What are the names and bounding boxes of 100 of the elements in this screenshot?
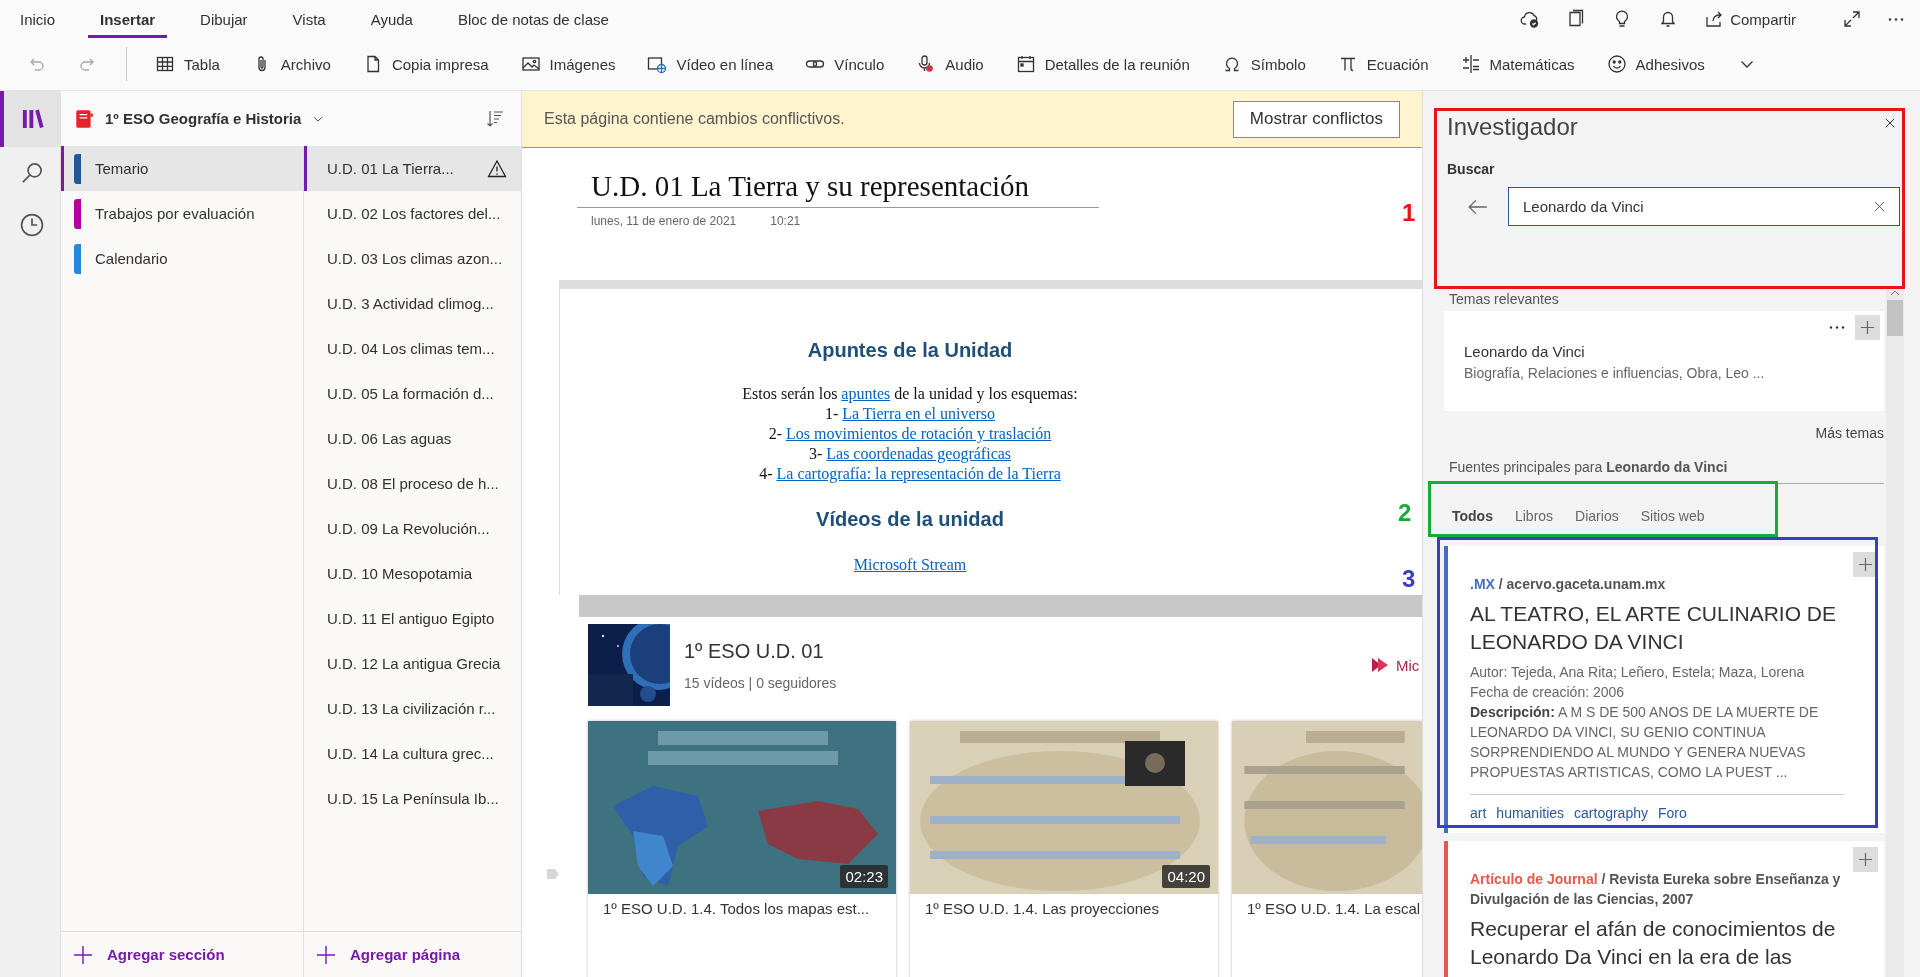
scrollbar-thumb[interactable] [1887, 300, 1903, 336]
plus-icon [1861, 321, 1874, 334]
scrollbar[interactable] [1886, 286, 1904, 977]
sources-heading: Fuentes principales para Leonardo da Vinci [1444, 441, 1884, 484]
ribbon-tab[interactable]: Ayuda [358, 0, 425, 38]
topic-link[interactable]: Los movimientos de rotación y traslación [786, 425, 1052, 442]
page-item[interactable]: U.D. 08 El proceso de h... [304, 461, 521, 506]
result-detail: Fecha de creación: 2006 [1470, 683, 1626, 702]
video-card[interactable]: 04:20 1º ESO U.D. 1.4. Las proyecciones [910, 721, 1218, 977]
stream-logo-icon [1370, 655, 1390, 675]
topic-card[interactable]: Leonardo da Vinci Biografía, Relaciones e influencias, Obra, Leo ... [1444, 311, 1884, 411]
channel-stats: 15 vídeos | 0 seguidores [684, 674, 838, 691]
topic-link[interactable]: Las coordenadas geográficas [826, 445, 1012, 462]
clear-icon[interactable] [1873, 200, 1886, 213]
page-item[interactable]: U.D. 01 La Tierra... [304, 146, 521, 191]
table-icon [155, 54, 175, 74]
share-button[interactable]: Compartir [1700, 4, 1800, 34]
calendar-icon [1015, 54, 1036, 74]
result-detail: Descripción: A M S DE 500 ANOS DE LA MUERTE DE LEONARDO DA VINCI, SU GENIO CONTINUA SORPRENDIENDO AL MUNDO Y GENERA NUEVAS PROPUESTAS ARTISTICAS, COMO LA PUEST ... [1470, 703, 1820, 782]
tag-link[interactable]: humanities [1496, 805, 1565, 821]
result-detail: Autor: Tejeda, Ana Rita; Leñero, Estela; Maza, Lorena [1470, 663, 1806, 682]
tag-link[interactable]: cartography [1574, 805, 1648, 821]
cloud-check-icon [1520, 9, 1541, 29]
math-button[interactable]: Matemáticas [1452, 46, 1583, 82]
result-source: Artículo de Journal / Revista Eureka sobre Enseñanza y Divulgación de las Ciencias, 2007 [1470, 870, 1842, 909]
page-item[interactable]: U.D. 02 Los factores del... [304, 191, 521, 236]
result-title[interactable]: Recuperar el afán de conocimientos de Leonardo Da Vinci en la era de las [1470, 915, 1844, 971]
image-icon [520, 54, 541, 74]
filter-tab[interactable]: Todos [1444, 502, 1501, 530]
smiley-icon [1606, 54, 1627, 74]
page-item[interactable]: U.D. 11 El antiguo Egipto [304, 596, 521, 641]
stream-link[interactable]: Microsoft Stream [853, 556, 967, 573]
topic-link[interactable]: La Tierra en el universo [842, 405, 996, 422]
container-handle[interactable] [579, 595, 1422, 617]
sort-button[interactable] [485, 108, 505, 129]
add-section-button[interactable]: Agregar sección [61, 931, 303, 977]
tag-link[interactable]: Foro [1658, 805, 1687, 821]
sort-icon [485, 108, 505, 129]
search-icon [19, 160, 45, 186]
filter-tab[interactable]: Sitios web [1632, 502, 1713, 530]
result-source: .MX / acervo.gaceta.unam.mx [1470, 575, 1667, 594]
page-item[interactable]: U.D. 15 La Península Ib... [304, 776, 521, 821]
sticker-button[interactable]: Adhesivos [1598, 46, 1713, 82]
page-item[interactable]: U.D. 04 Los climas tem... [304, 326, 521, 371]
notebook-selector[interactable]: 1º ESO Geografía e Historia [73, 107, 326, 130]
add-button[interactable] [1853, 847, 1878, 872]
filter-tab[interactable]: Libros [1506, 502, 1562, 530]
clock-icon [19, 212, 45, 238]
page-item[interactable]: U.D. 12 La antigua Grecia [304, 641, 521, 686]
video-title[interactable]: 1º ESO U.D. 1.4. La escal [1232, 894, 1422, 923]
attach-button[interactable]: Archivo [243, 46, 339, 82]
topic-summary: Biografía, Relaciones e influencias, Obra, Leo ... [1464, 365, 1766, 381]
notebooks-button[interactable] [0, 91, 60, 147]
page-item[interactable]: U.D. 06 Las aguas [304, 416, 521, 461]
video-button[interactable]: Vídeo en línea [639, 46, 782, 82]
video-icon [647, 54, 668, 74]
video-card[interactable]: 1º ESO U.D. 1.4. La escal [1232, 721, 1422, 977]
page-item[interactable]: U.D. 05 La formación d... [304, 371, 521, 416]
page-title[interactable]: U.D. 01 La Tierra y su representación [577, 170, 1099, 208]
ribbon-tab[interactable]: Vista [280, 0, 338, 38]
section-item[interactable]: Temario [61, 146, 303, 191]
video-title[interactable]: 1º ESO U.D. 1.4. Todos los mapas est... [588, 894, 896, 923]
meeting-button[interactable]: Detalles de la reunión [1007, 46, 1198, 82]
search-field[interactable]: Leonardo da Vinci [1508, 187, 1900, 226]
ribbon-tab[interactable]: Bloc de notas de clase [445, 0, 621, 38]
chevron-up-icon[interactable] [1890, 290, 1900, 296]
more-topics-link[interactable]: Más temas [1815, 425, 1884, 441]
filter-tab[interactable]: Diarios [1567, 502, 1627, 530]
symbol-button[interactable]: Símbolo [1213, 46, 1314, 82]
page-item[interactable]: U.D. 3 Actividad climog... [304, 281, 521, 326]
page-item[interactable]: U.D. 14 La cultura grec... [304, 731, 521, 776]
topic-name: Leonardo da Vinci [1464, 343, 1586, 360]
add-button[interactable] [1855, 315, 1880, 340]
page-item[interactable]: U.D. 09 La Revolución... [304, 506, 521, 551]
notes-link[interactable]: apuntes [841, 385, 891, 402]
result-title[interactable]: AL TEATRO, EL ARTE CULINARIO DE LEONARDO DA VINCI [1470, 600, 1844, 656]
plus-icon [316, 944, 336, 965]
image-button[interactable]: Imágenes [512, 46, 624, 82]
ribbon-tab[interactable]: Inicio [8, 0, 68, 38]
channel-title[interactable]: 1º ESO U.D. 01 [684, 639, 1356, 663]
equation-button[interactable]: Ecuación [1329, 46, 1437, 82]
section-item[interactable]: Trabajos por evaluación [61, 191, 303, 236]
printout-button[interactable]: Copia impresa [354, 46, 497, 82]
link-button[interactable]: Vínculo [797, 46, 893, 82]
video-card[interactable]: 02:23 1º ESO U.D. 1.4. Todos los mapas est... [588, 721, 896, 977]
audio-button[interactable]: Audio [908, 46, 992, 82]
topic-link[interactable]: La cartografía: la representación de la Tierra [776, 465, 1061, 482]
container-handle[interactable] [560, 280, 1422, 289]
page-item[interactable]: U.D. 10 Mesopotamia [304, 551, 521, 596]
section-item[interactable]: Calendario [61, 236, 303, 281]
section-heading: Vídeos de la unidad [815, 508, 1005, 531]
table-button[interactable]: Tabla [147, 46, 228, 82]
page-item[interactable]: U.D. 13 La civilización r... [304, 686, 521, 731]
ribbon-tab[interactable]: Dibujar [188, 0, 260, 38]
video-title[interactable]: 1º ESO U.D. 1.4. Las proyecciones [910, 894, 1218, 923]
show-conflicts-button[interactable]: Mostrar conflictos [1232, 100, 1400, 138]
tag-link[interactable]: art [1470, 805, 1487, 821]
add-page-button[interactable]: Agregar página [304, 931, 521, 977]
result-card[interactable]: Artículo de Journal / Revista Eureka sobre Enseñanza y Divulgación de las Ciencias, 2007 Recuperar el afán de conocimientos de Leonardo Da Vinci en la era de las [1444, 841, 1884, 977]
page-item[interactable]: U.D. 03 Los climas azon... [304, 236, 521, 281]
